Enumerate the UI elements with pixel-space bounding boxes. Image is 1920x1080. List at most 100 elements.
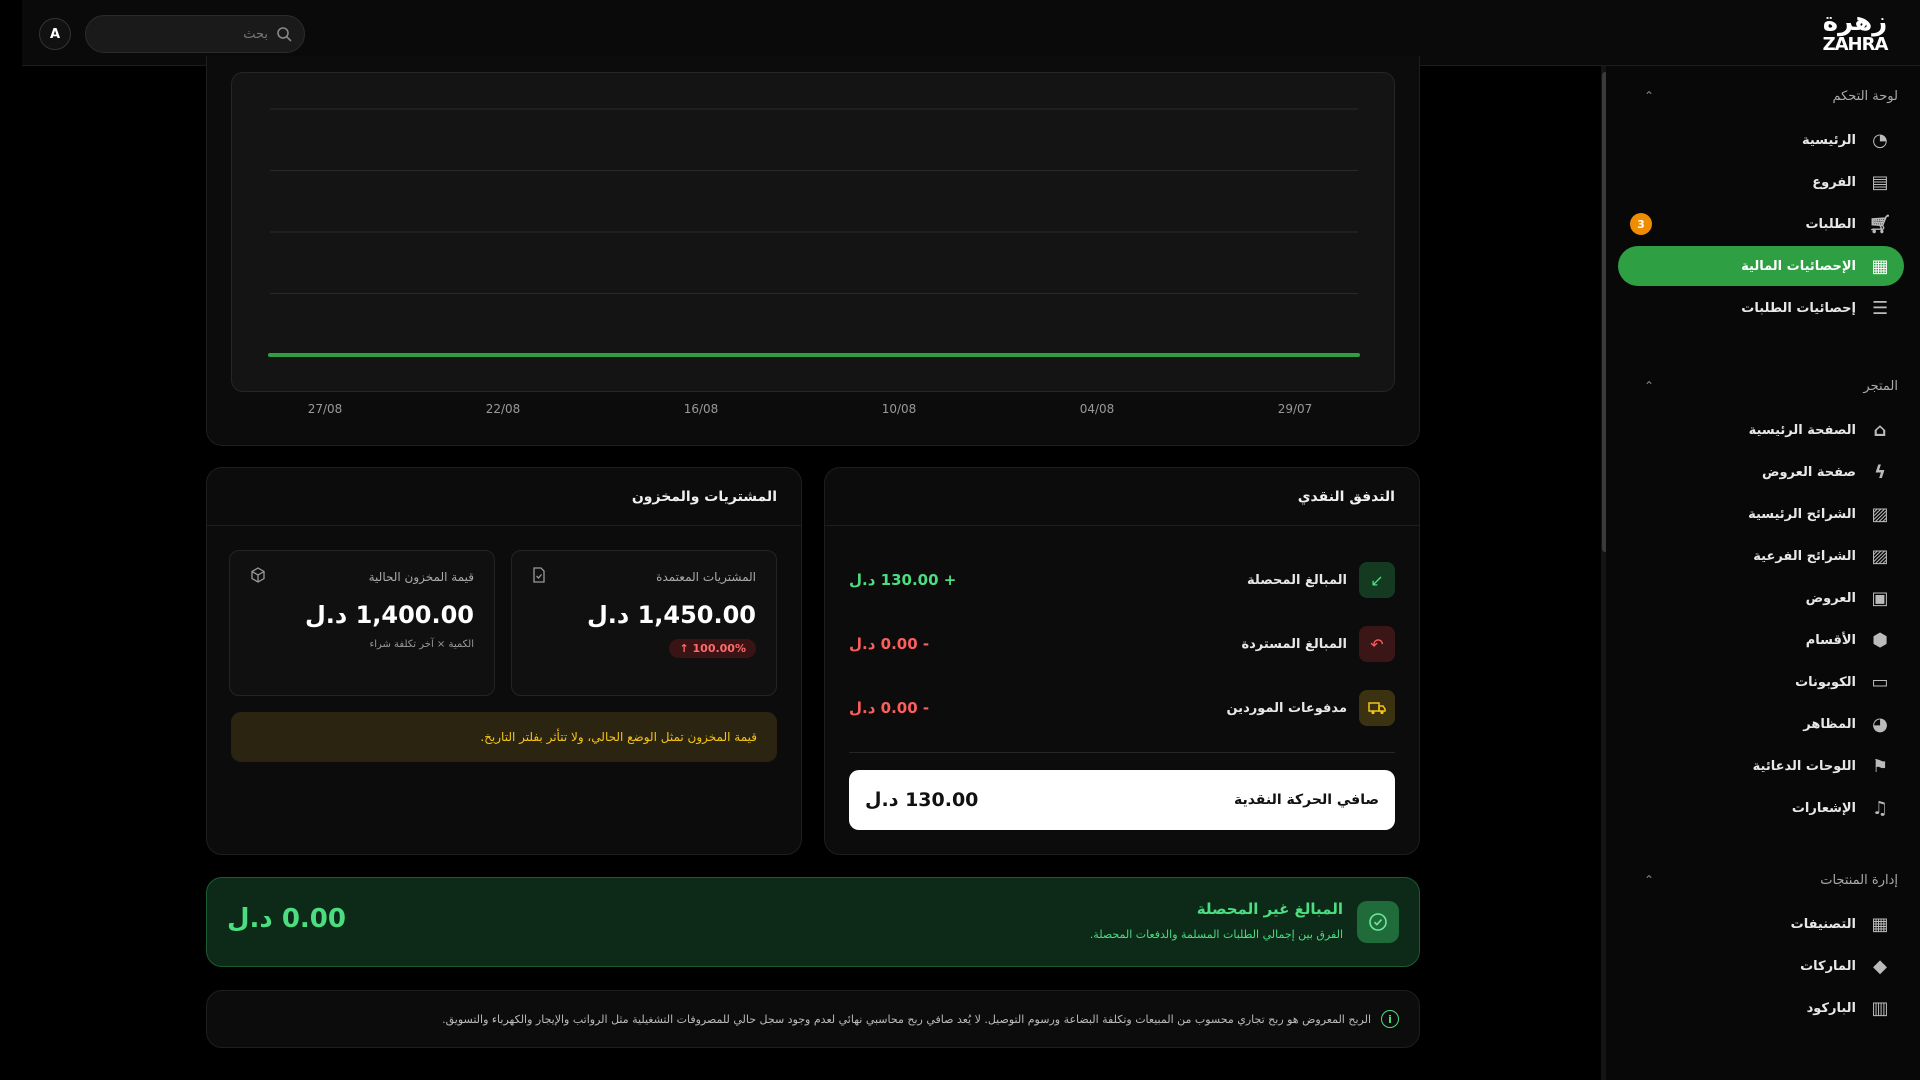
net-cash-flow-value: 130.00 د.ل [865, 789, 979, 811]
image-slides-icon: ▨ [1871, 503, 1889, 525]
chart-plot-area [231, 72, 1395, 392]
lightning-icon: ϟ [1874, 461, 1886, 483]
x-axis-labels: 29/07 04/08 10/08 16/08 22/08 27/08 [231, 402, 1395, 422]
net-cash-flow-label: صافي الحركة النقدية [1233, 792, 1379, 808]
sidebar-item-label: إحصائيات الطلبات [1741, 300, 1856, 316]
approved-purchases-label: المشتريات المعتمدة [656, 570, 756, 584]
sidebar-item[interactable]: ▥ الباركود [1618, 988, 1904, 1028]
line-chart [268, 108, 1360, 357]
sidebar-item-label: الفروع [1812, 174, 1856, 190]
sidebar-item-label: العروض [1805, 590, 1856, 606]
sidebar-section-header[interactable]: لوحة التحكم ⌃ [1606, 74, 1920, 118]
sidebar-item-label: الماركات [1800, 958, 1856, 974]
cash-row-label: المبالغ المحصلة [1247, 572, 1347, 588]
sidebar-item-label: التصنيفات [1790, 916, 1856, 932]
logo-latin-text: ZAHRA [1822, 34, 1889, 55]
sidebar-item[interactable]: ⬢ الأقسام [1618, 620, 1904, 660]
inventory-warning: قيمة المخزون تمثل الوضع الحالي، ولا تتأث… [231, 712, 777, 762]
coupon-icon: ▭ [1871, 671, 1889, 693]
sidebar-section-header[interactable]: المتجر ⌃ [1606, 364, 1920, 408]
change-percent-badge: 100.00% ↑ [669, 639, 756, 658]
inventory-value: 1,400.00 د.ل [304, 601, 474, 629]
x-tick-label: 29/07 [1277, 402, 1313, 416]
dashboard-gauge-icon: ◔ [1872, 129, 1888, 151]
cash-row-value: + 130.00 د.ل [849, 571, 957, 589]
sidebar-item-label: الشرائح الرئيسية [1748, 506, 1856, 522]
purchases-inventory-card: المشتريات والمخزون المشتريات المعتمدة 1,… [206, 467, 802, 855]
approved-purchases-box: المشتريات المعتمدة 1,450.00 د.ل 100.00% … [511, 550, 777, 696]
sidebar-item-label: الإحصائيات المالية [1741, 258, 1856, 274]
palette-icon: ◕ [1872, 713, 1888, 735]
sidebar-item[interactable]: ♫ الإشعارات [1618, 788, 1904, 828]
tag-icon: ◆ [1873, 955, 1887, 977]
sidebar-item[interactable]: ☰ إحصائيات الطلبات [1618, 288, 1904, 328]
undo-arrow-icon: ↶ [1359, 626, 1395, 662]
user-avatar[interactable]: A [39, 18, 71, 50]
uncollected-amounts-card: المبالغ غير المحصلة الفرق بين إجمالي الط… [206, 877, 1420, 967]
financial-chart-card: 29/07 04/08 10/08 16/08 22/08 27/08 [206, 56, 1420, 446]
chevron-up-icon[interactable]: ⌃ [1644, 89, 1654, 103]
sidebar-item[interactable]: ▦ التصنيفات [1618, 904, 1904, 944]
sidebar-item-label: الكوبونات [1795, 674, 1856, 690]
sidebar-item[interactable]: ◆ الماركات [1618, 946, 1904, 986]
x-tick-label: 16/08 [683, 402, 719, 416]
sidebar-item-label: المظاهر [1803, 716, 1856, 732]
logo-arabic-text: زهرة [1822, 7, 1888, 37]
cube-icon [250, 567, 266, 587]
sidebar-item[interactable]: ▨ الشرائح الرئيسية [1618, 494, 1904, 534]
cash-row-label: المبالغ المستردة [1241, 636, 1347, 652]
cash-row-refunded: ↶ المبالغ المستردة - 0.00 د.ل [849, 622, 1395, 666]
sidebar-item-label: صفحة العروض [1761, 464, 1856, 480]
image-slides-icon: ▨ [1871, 545, 1889, 567]
sidebar-nav: لوحة التحكم ⌃ ◔ الرئيسية ▤ الفروع 🛒︎ الطلبات 3 ▦ ا… [1606, 66, 1920, 1080]
sidebar-item[interactable]: ▦ الإحصائيات المالية [1618, 246, 1904, 286]
flag-icon: ⚑ [1871, 755, 1889, 777]
uncollected-amount: 0.00 د.ل [227, 904, 346, 934]
sidebar-item[interactable]: 🛒︎ الطلبات 3 [1618, 204, 1904, 244]
list-stats-icon: ☰ [1871, 297, 1889, 319]
sidebar-item-label: الأقسام [1805, 632, 1856, 648]
bell-icon: ♫ [1871, 797, 1889, 819]
store-icon: ▤ [1871, 171, 1889, 193]
search-icon [277, 27, 292, 42]
cash-row-suppliers: مدفوعات الموردين - 0.00 د.ل [849, 686, 1395, 730]
sidebar-section-title: إدارة المنتجات [1820, 872, 1898, 888]
zahra-logo[interactable]: زهرة ZAHRA [1810, 8, 1900, 60]
divider [849, 752, 1395, 753]
barcode-icon: ▥ [1871, 997, 1889, 1019]
chevron-up-icon[interactable]: ⌃ [1644, 379, 1654, 393]
sidebar-item[interactable]: ▭ الكوبونات [1618, 662, 1904, 702]
sidebar-item[interactable]: ▤ الفروع [1618, 162, 1904, 202]
cash-row-label: مدفوعات الموردين [1226, 700, 1347, 716]
sidebar-item[interactable]: ◕ المظاهر [1618, 704, 1904, 744]
notification-badge: 3 [1630, 213, 1652, 235]
inventory-value-box: قيمة المخزون الحالية 1,400.00 د.ل الكمية… [229, 550, 495, 696]
grid-icon: ▦ [1871, 913, 1889, 935]
info-icon: i [1381, 1010, 1399, 1028]
cash-flow-card: التدفق النقدي ↙ المبالغ المحصلة + 130.00… [824, 467, 1420, 855]
arrow-down-left-icon: ↙ [1359, 562, 1395, 598]
cash-row-collected: ↙ المبالغ المحصلة + 130.00 د.ل [849, 558, 1395, 602]
x-tick-label: 04/08 [1079, 402, 1115, 416]
chevron-up-icon[interactable]: ⌃ [1644, 873, 1654, 887]
sidebar-item[interactable]: ▣ العروض [1618, 578, 1904, 618]
search-box[interactable] [85, 15, 305, 53]
financial-stats-icon: ▦ [1871, 255, 1889, 277]
sidebar-item[interactable]: ⌂ الصفحة الرئيسية [1618, 410, 1904, 450]
inventory-note: الكمية × آخر تكلفة شراء [369, 639, 475, 650]
sidebar-item[interactable]: ◔ الرئيسية [1618, 120, 1904, 160]
sidebar-section-title: لوحة التحكم [1832, 88, 1898, 104]
sidebar-item[interactable]: ⚑ اللوحات الدعائية [1618, 746, 1904, 786]
sidebar-item-label: الإشعارات [1791, 800, 1856, 816]
sidebar-section-header[interactable]: إدارة المنتجات ⌃ [1606, 858, 1920, 902]
net-cash-flow-box: صافي الحركة النقدية 130.00 د.ل [849, 770, 1395, 830]
uncollected-title: المبالغ غير المحصلة [1196, 900, 1343, 918]
sidebar-item[interactable]: ▨ الشرائح الفرعية [1618, 536, 1904, 576]
cash-row-value: - 0.00 د.ل [849, 699, 930, 717]
search-input[interactable] [108, 26, 268, 42]
inventory-value-label: قيمة المخزون الحالية [368, 570, 474, 584]
sidebar-item[interactable]: ϟ صفحة العروض [1618, 452, 1904, 492]
sidebar-item-label: الشرائح الفرعية [1753, 548, 1856, 564]
box-icon: ⬢ [1872, 629, 1888, 651]
sidebar-item-label: الطلبات [1805, 216, 1856, 232]
